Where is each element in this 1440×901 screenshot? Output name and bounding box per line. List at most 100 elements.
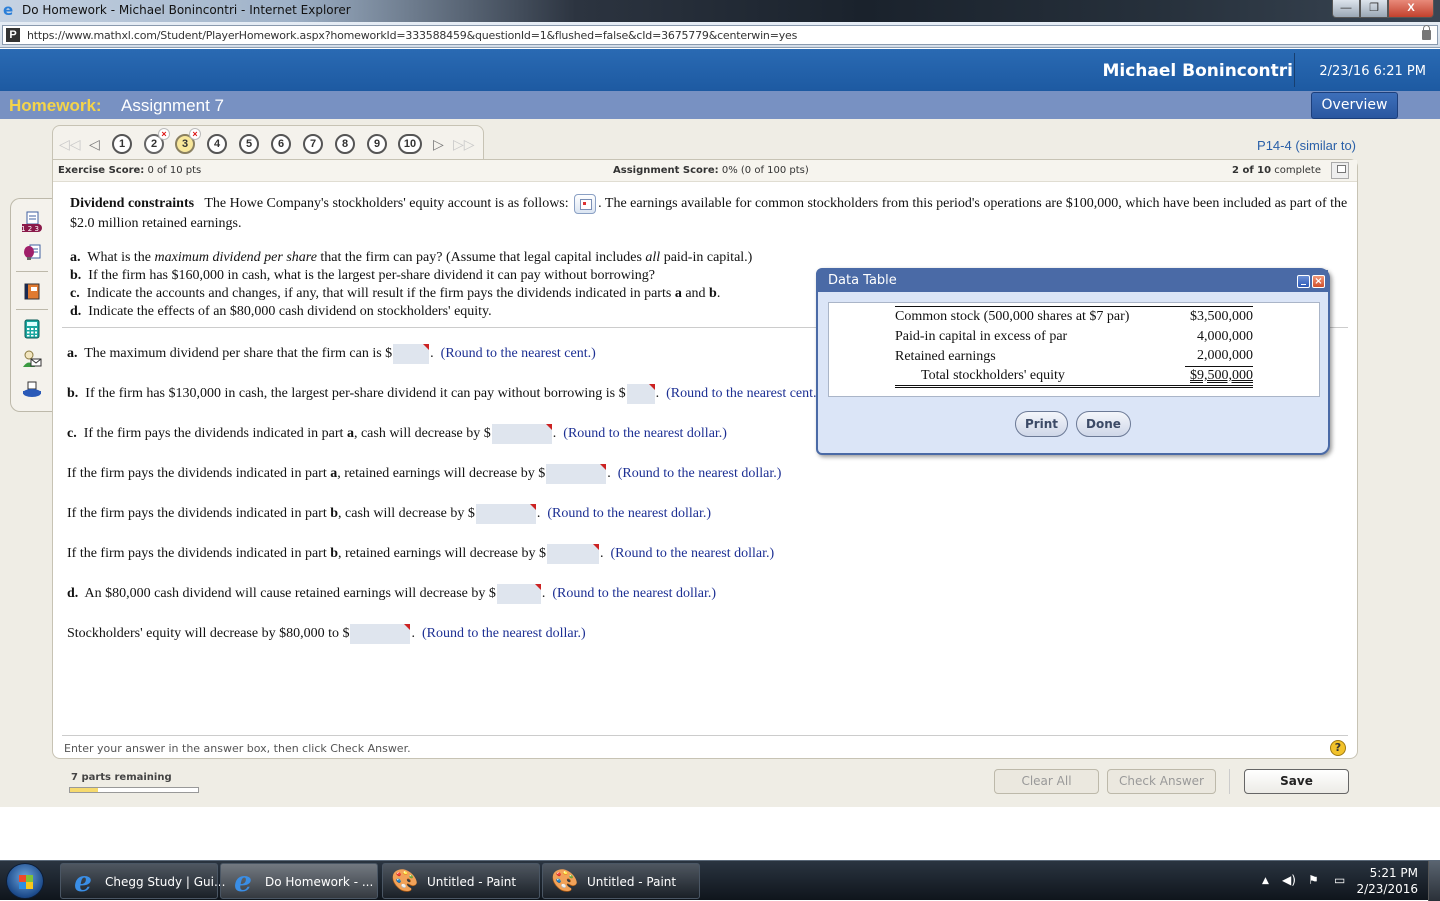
dialog-done-button[interactable]: Done	[1076, 411, 1131, 437]
paint-icon: 🎨	[551, 869, 579, 894]
taskbar-clock-date[interactable]: 2/23/2016	[1356, 882, 1418, 896]
question-6[interactable]: 6	[271, 134, 291, 154]
popout-window-icon[interactable]	[1331, 162, 1349, 179]
question-9[interactable]: 9	[367, 134, 387, 154]
question-3-current[interactable]: 3 ×	[175, 128, 201, 154]
rounding-hint: (Round to the nearest cent.)	[666, 386, 822, 402]
restore-button[interactable]: ❐	[1360, 0, 1388, 18]
last-question-icon[interactable]: ▷▷	[453, 136, 475, 153]
save-button[interactable]: Save	[1244, 769, 1349, 794]
data-table-button[interactable]	[574, 194, 597, 214]
ask-instructor-icon[interactable]	[22, 349, 42, 369]
question-4[interactable]: 4	[207, 134, 227, 154]
taskbar-item-label: Untitled - Paint	[587, 875, 677, 889]
homework-label: Homework:	[9, 96, 102, 115]
question-number: 6	[277, 138, 285, 150]
url-field[interactable]: P https://www.mathxl.com/Student/PlayerH…	[2, 25, 1438, 45]
question-list-icon[interactable]: 1 2 3	[18, 211, 42, 233]
answer-input-b[interactable]	[626, 384, 655, 404]
answer-prompt: If the firm has $130,000 in cash, the la…	[85, 386, 626, 402]
answer-input-d-retained[interactable]	[496, 584, 541, 604]
question-8[interactable]: 8	[335, 134, 355, 154]
answer-input-c-cash-b[interactable]	[475, 504, 536, 524]
question-1[interactable]: 1	[112, 134, 132, 154]
table-row-total: Total stockholders' equity $9,500,000	[895, 367, 1253, 387]
completion-status: 2 of 10 complete	[1232, 165, 1321, 176]
close-button[interactable]: X	[1388, 0, 1434, 18]
question-number: 10	[403, 138, 417, 150]
completion-label: complete	[1274, 165, 1321, 176]
taskbar-item-chegg[interactable]: e Chegg Study | Gui...	[60, 863, 225, 899]
clear-all-button[interactable]: Clear All	[994, 769, 1099, 794]
action-center-flag-icon[interactable]: ⚑	[1308, 873, 1319, 887]
show-desktop-button[interactable]	[1428, 861, 1440, 901]
instruction-text: Enter your answer in the answer box, the…	[64, 742, 411, 755]
textbook-icon[interactable]	[22, 281, 42, 301]
answer-input-a[interactable]	[393, 344, 430, 364]
row-amount: $3,500,000	[1190, 308, 1253, 324]
question-number: 7	[309, 138, 317, 150]
first-question-icon[interactable]: ◁◁	[59, 136, 81, 153]
problem-reference-link[interactable]: P14-4 (similar to)	[1257, 138, 1356, 153]
taskbar-item-paint-1[interactable]: 🎨 Untitled - Paint	[382, 863, 540, 899]
data-table-dialog: Data Table × Common stock (500,000 share…	[816, 268, 1330, 455]
homework-bar: Homework: Assignment 7 Overview	[0, 91, 1440, 119]
check-answer-button[interactable]: Check Answer	[1107, 769, 1216, 794]
windows-logo-icon	[19, 875, 33, 889]
table-row: Common stock (500,000 shares at $7 par) $…	[895, 307, 1253, 327]
answer-input-c-retained-a[interactable]	[546, 464, 607, 484]
taskbar-item-label: Untitled - Paint	[427, 875, 517, 889]
question-number: 4	[213, 138, 221, 150]
question-7[interactable]: 7	[303, 134, 323, 154]
answer-input-c-retained-b[interactable]	[547, 544, 599, 564]
completion-count: 2 of 10	[1232, 165, 1272, 176]
system-tray: ▲ ◀) ⚑ ▭ 5:21 PM 2/23/2016	[1250, 861, 1440, 901]
part-text: If the firm has $160,000 in cash, what i…	[88, 268, 656, 283]
volume-icon[interactable]: ◀)	[1282, 873, 1296, 887]
part-letter: b.	[70, 268, 82, 283]
answer-prompt-bold: a	[346, 426, 354, 442]
dialog-print-button[interactable]: Print	[1015, 411, 1068, 437]
question-10[interactable]: 10	[398, 134, 422, 154]
calculator-icon[interactable]	[22, 319, 42, 339]
taskbar-item-paint-2[interactable]: 🎨 Untitled - Paint	[542, 863, 700, 899]
previous-question-icon[interactable]: ◁	[89, 136, 100, 153]
answer-input-c-cash[interactable]	[491, 424, 552, 444]
part-letter: a.	[70, 250, 81, 265]
next-question-icon[interactable]: ▷	[433, 136, 444, 153]
overview-button[interactable]: Overview	[1311, 92, 1398, 119]
part-text: that the firm can pay? (Assume that lega…	[316, 250, 646, 265]
lock-icon[interactable]	[1422, 25, 1431, 40]
answer-row-c-retained-b: If the firm pays the dividends indicated…	[67, 544, 774, 564]
answer-prompt: If the firm pays the dividends indicated…	[67, 466, 331, 482]
exercise-score-value: 0 of 10 pts	[147, 165, 202, 176]
taskbar-item-do-homework[interactable]: e Do Homework - ...	[220, 863, 378, 899]
row-label: Paid-in capital in excess of par	[895, 328, 1068, 344]
answer-input-d-equity[interactable]	[350, 624, 411, 644]
window-title: Do Homework - Michael Bonincontri - Inte…	[22, 3, 351, 17]
help-icon[interactable]: ?	[1330, 740, 1346, 756]
app-header: Michael Bonincontri 2/23/16 6:21 PM	[0, 49, 1440, 91]
answer-row-c-retained-a: If the firm pays the dividends indicated…	[67, 464, 781, 484]
dialog-close-icon[interactable]: ×	[1312, 275, 1325, 288]
button-divider	[1229, 769, 1230, 794]
dialog-title-bar[interactable]: Data Table ×	[818, 270, 1328, 292]
minimize-button[interactable]: —	[1332, 0, 1360, 18]
toolbar-divider	[16, 271, 48, 272]
answer-row-b: b. If the firm has $130,000 in cash, the…	[67, 384, 821, 404]
url-text[interactable]: https://www.mathxl.com/Student/PlayerHom…	[27, 29, 797, 42]
start-button[interactable]	[6, 863, 44, 899]
network-icon[interactable]: ▭	[1334, 873, 1345, 887]
part-text-bold: a	[674, 286, 682, 301]
help-me-solve-icon[interactable]	[22, 243, 42, 263]
row-label: Total stockholders' equity	[921, 367, 1065, 383]
show-hidden-icons-icon[interactable]: ▲	[1262, 876, 1269, 886]
question-2[interactable]: 2 ×	[144, 128, 170, 154]
answer-row-a: a. The maximum dividend per share that t…	[67, 344, 596, 364]
dialog-minimize-icon[interactable]	[1297, 275, 1310, 288]
question-5[interactable]: 5	[239, 134, 259, 154]
taskbar-clock-time[interactable]: 5:21 PM	[1370, 866, 1418, 880]
question-number: 5	[245, 138, 253, 150]
dialog-body: Common stock (500,000 shares at $7 par) $…	[828, 302, 1320, 397]
print-icon[interactable]	[22, 379, 42, 399]
